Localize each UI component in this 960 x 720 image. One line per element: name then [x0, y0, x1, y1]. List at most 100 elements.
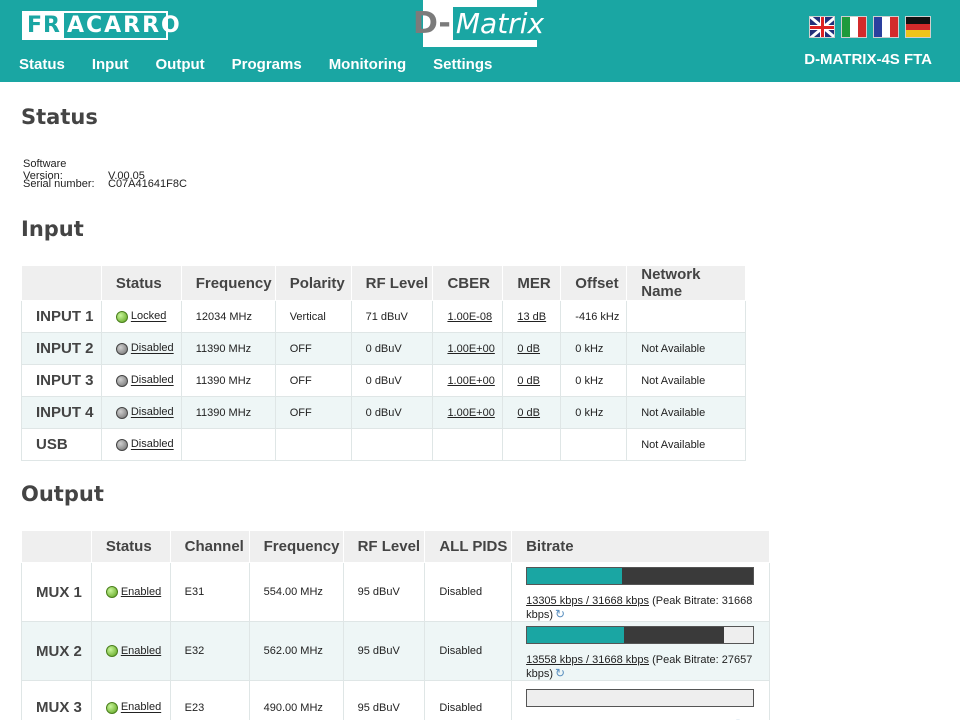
input-polarity: OFF — [274, 396, 352, 429]
refresh-icon[interactable]: ↻ — [555, 607, 565, 621]
status-led-icon — [105, 645, 118, 658]
fracarro-logo[interactable]: FR ACARRO — [22, 11, 180, 40]
serial-label: Serial number: — [23, 178, 95, 190]
input-cber-link[interactable]: 1.00E+00 — [447, 375, 494, 387]
input-col-frequency: Frequency — [180, 265, 276, 301]
output-all-pids: Disabled — [424, 621, 513, 681]
bitrate-used-fill — [527, 627, 624, 643]
output-col-status: Status — [90, 530, 171, 563]
input-frequency: 11390 MHz — [180, 332, 276, 365]
output-col-bitrate: Bitrate — [511, 530, 770, 563]
nav-output[interactable]: Output — [156, 56, 205, 73]
output-col-blank — [21, 530, 92, 563]
input-table: Status Frequency Polarity RF Level CBER … — [21, 265, 746, 461]
input-mer-link[interactable]: 0 dB — [517, 343, 540, 355]
output-status-cell: Enabled — [90, 562, 171, 622]
output-col-frequency: Frequency — [248, 530, 344, 563]
input-offset — [560, 428, 628, 461]
input-mer-cell: 13 dB — [502, 300, 562, 333]
input-cber-link[interactable]: 1.00E+00 — [447, 343, 494, 355]
nav-monitoring[interactable]: Monitoring — [329, 56, 406, 73]
input-status-link[interactable]: Disabled — [131, 439, 174, 451]
input-cber-link[interactable]: 1.00E+00 — [447, 407, 494, 419]
input-rf-level: 0 dBuV — [350, 364, 434, 397]
input-cber-link[interactable]: 1.00E-08 — [447, 311, 492, 323]
output-col-all-pids: ALL PIDS — [424, 530, 513, 563]
input-network-name: Not Available — [626, 396, 746, 429]
input-col-status: Status — [100, 265, 182, 301]
italy-flag-icon[interactable] — [841, 16, 867, 38]
top-header: FR ACARRO D- Matrix Status Input Output P… — [0, 0, 960, 82]
input-name: INPUT 3 — [21, 364, 102, 397]
nav-status[interactable]: Status — [19, 56, 65, 73]
status-led-icon — [115, 438, 128, 451]
input-row: INPUT 3 Disabled 11390 MHz OFF 0 dBuV 1.00E+0… — [21, 364, 746, 397]
input-col-network-name: Network Name — [626, 265, 746, 301]
input-status-cell: Disabled — [100, 364, 182, 397]
logo-prefix: FR — [24, 13, 64, 38]
input-mer-cell: 0 dB — [502, 396, 562, 429]
output-channel: E31 — [169, 562, 250, 622]
nav-programs[interactable]: Programs — [232, 56, 302, 73]
germany-flag-icon[interactable] — [905, 16, 931, 38]
output-frequency: 490.00 MHz — [248, 680, 344, 720]
input-col-cber: CBER — [432, 265, 504, 301]
output-status-link[interactable]: Enabled — [121, 702, 161, 714]
output-status-link[interactable]: Enabled — [121, 645, 161, 657]
input-status-link[interactable]: Disabled — [131, 375, 174, 387]
bitrate-peak-fill — [623, 627, 725, 643]
refresh-icon[interactable]: ↻ — [735, 717, 745, 720]
input-status-cell: Disabled — [100, 428, 182, 461]
input-status-link[interactable]: Locked — [131, 311, 166, 323]
input-frequency: 11390 MHz — [180, 396, 276, 429]
output-title: Output — [21, 482, 104, 506]
input-cber-cell: 1.00E+00 — [432, 332, 504, 365]
status-led-icon — [115, 310, 128, 323]
input-row: INPUT 1 Locked 12034 MHz Vertical 71 dBuV 1.0… — [21, 300, 746, 333]
output-rf-level: 95 dBuV — [342, 680, 426, 720]
output-status-link[interactable]: Enabled — [121, 586, 161, 598]
input-col-blank — [21, 265, 102, 301]
input-rf-level: 0 dBuV — [350, 396, 434, 429]
bitrate-peak-fill — [622, 568, 754, 584]
input-offset: 0 kHz — [560, 364, 628, 397]
input-name: INPUT 4 — [21, 396, 102, 429]
output-col-rf-level: RF Level — [342, 530, 426, 563]
input-polarity — [274, 428, 352, 461]
input-mer-cell: 0 dB — [502, 332, 562, 365]
output-row: MUX 2 Enabled E32 562.00 MHz 95 dBuV Disabled… — [21, 621, 770, 681]
input-rf-level — [350, 428, 434, 461]
status-led-icon — [115, 406, 128, 419]
input-mer-cell: 0 dB — [502, 364, 562, 397]
bitrate-link[interactable]: 13558 kbps / 31668 kbps — [526, 654, 649, 666]
input-col-offset: Offset — [560, 265, 628, 301]
input-mer-link[interactable]: 13 dB — [517, 311, 546, 323]
input-mer-link[interactable]: 0 dB — [517, 407, 540, 419]
refresh-icon[interactable]: ↻ — [555, 666, 565, 680]
input-rf-level: 71 dBuV — [350, 300, 434, 333]
input-name: INPUT 1 — [21, 300, 102, 333]
input-status-link[interactable]: Disabled — [131, 343, 174, 355]
bitrate-text: 0 kbps / 31668 kbps (Peak Bitrate: 0 kbp… — [526, 717, 769, 720]
bitrate-bar — [526, 688, 755, 707]
status-led-icon — [105, 701, 118, 714]
output-frequency: 562.00 MHz — [248, 621, 344, 681]
uk-flag-icon[interactable] — [809, 16, 835, 38]
bitrate-text: 13305 kbps / 31668 kbps (Peak Bitrate: 3… — [526, 595, 769, 621]
france-flag-icon[interactable] — [873, 16, 899, 38]
nav-input[interactable]: Input — [92, 56, 129, 73]
input-row: INPUT 2 Disabled 11390 MHz OFF 0 dBuV 1.00E+0… — [21, 332, 746, 365]
input-header-row: Status Frequency Polarity RF Level CBER … — [21, 265, 746, 301]
device-model: D-MATRIX-4S FTA — [804, 51, 932, 68]
input-mer-link[interactable]: 0 dB — [517, 375, 540, 387]
output-status-cell: Enabled — [90, 680, 171, 720]
status-led-icon — [105, 586, 118, 599]
nav-settings[interactable]: Settings — [433, 56, 492, 73]
input-frequency — [180, 428, 276, 461]
input-name: INPUT 2 — [21, 332, 102, 365]
input-status-cell: Locked — [100, 300, 182, 333]
brand-d: D- — [412, 6, 451, 41]
input-status-link[interactable]: Disabled — [131, 407, 174, 419]
input-row: INPUT 4 Disabled 11390 MHz OFF 0 dBuV 1.00E+0… — [21, 396, 746, 429]
bitrate-link[interactable]: 13305 kbps / 31668 kbps — [526, 595, 649, 607]
